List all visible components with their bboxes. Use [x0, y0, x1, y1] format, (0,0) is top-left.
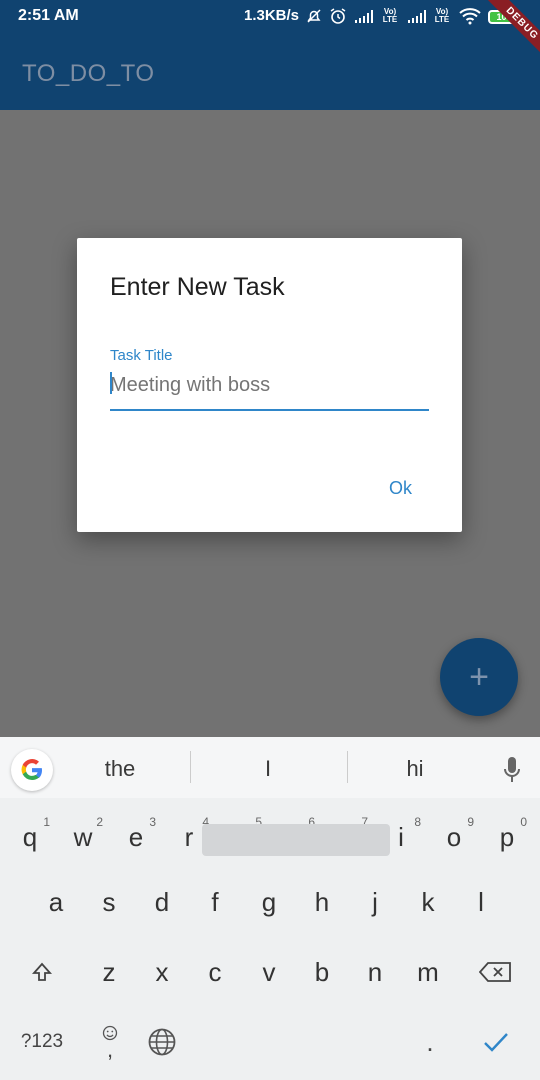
- key-z[interactable]: z: [83, 944, 135, 1000]
- enter-key[interactable]: [470, 1014, 522, 1070]
- suggestion-bar: the I hi: [0, 737, 540, 798]
- suggestion-3[interactable]: hi: [395, 756, 435, 782]
- key-label: o: [446, 821, 462, 852]
- key-m[interactable]: m: [402, 944, 454, 1000]
- key-w[interactable]: w2: [57, 809, 109, 865]
- text-cursor: [110, 372, 112, 394]
- alarm-icon: [329, 6, 347, 26]
- key-c[interactable]: c: [189, 944, 241, 1000]
- microphone-icon[interactable]: [502, 755, 522, 785]
- key-number: 3: [149, 815, 156, 829]
- plus-icon: +: [469, 657, 489, 696]
- shift-icon: [31, 962, 53, 981]
- key-l[interactable]: l: [455, 874, 507, 930]
- network-speed: 1.3KB/s: [244, 7, 300, 24]
- key-label: w: [73, 821, 93, 852]
- key-q[interactable]: q1: [4, 809, 56, 865]
- lte-label-2: Vo) LTE: [434, 7, 450, 24]
- key-label: q: [22, 821, 38, 852]
- emoji-comma-key[interactable]: ,: [88, 1014, 132, 1070]
- checkmark-icon: [484, 1033, 508, 1052]
- key-g[interactable]: g: [243, 874, 295, 930]
- status-bar: 2:51 AM 1.3KB/s Vo) LTE Vo) LTE 100: [0, 0, 540, 33]
- key-b[interactable]: b: [296, 944, 348, 1000]
- backspace-icon: [479, 962, 511, 982]
- key-number: 0: [520, 815, 527, 829]
- signal-icon: [355, 6, 373, 26]
- task-title-input[interactable]: [110, 369, 429, 411]
- dialog-title: Enter New Task: [110, 273, 285, 301]
- space-bar[interactable]: [202, 824, 390, 856]
- key-number: 1: [43, 815, 50, 829]
- period-key[interactable]: .: [404, 1014, 456, 1070]
- key-p[interactable]: p0: [481, 809, 533, 865]
- key-number: 8: [414, 815, 421, 829]
- key-e[interactable]: e3: [110, 809, 162, 865]
- battery-indicator: 100: [488, 10, 520, 24]
- key-label: r: [184, 821, 194, 852]
- task-title-label: Task Title: [110, 347, 173, 364]
- key-j[interactable]: j: [349, 874, 401, 930]
- key-label: e: [128, 821, 144, 852]
- key-v[interactable]: v: [243, 944, 295, 1000]
- key-f[interactable]: f: [189, 874, 241, 930]
- backspace-key[interactable]: [474, 944, 518, 1000]
- ok-button[interactable]: Ok: [389, 478, 412, 499]
- keyboard: the I hi q1 w2 e3 r4 t5 y6 u7 i8 o9 p0 a…: [0, 737, 540, 1080]
- key-n[interactable]: n: [349, 944, 401, 1000]
- new-task-dialog: Enter New Task Task Title Ok: [77, 238, 462, 532]
- symbols-key[interactable]: ?123: [10, 1014, 74, 1070]
- key-label: i: [398, 821, 404, 852]
- key-x[interactable]: x: [136, 944, 188, 1000]
- suggestion-divider: [190, 751, 191, 783]
- comma-label: ,: [106, 1037, 114, 1062]
- add-task-button[interactable]: +: [440, 638, 518, 716]
- signal-icon-2: [408, 6, 426, 26]
- alarm-off-icon: [306, 6, 322, 26]
- app-title: TO_DO_TO: [22, 60, 155, 87]
- key-number: 2: [96, 815, 103, 829]
- suggestion-divider: [347, 751, 348, 783]
- key-a[interactable]: a: [30, 874, 82, 930]
- google-icon[interactable]: [11, 749, 53, 791]
- lte-label-1: Vo) LTE: [382, 7, 398, 24]
- key-label: p: [499, 821, 515, 852]
- status-time: 2:51 AM: [18, 7, 79, 24]
- suggestion-1[interactable]: the: [90, 756, 150, 782]
- key-k[interactable]: k: [402, 874, 454, 930]
- key-s[interactable]: s: [83, 874, 135, 930]
- key-number: 9: [467, 815, 474, 829]
- globe-icon: [148, 1028, 176, 1056]
- key-d[interactable]: d: [136, 874, 188, 930]
- shift-key[interactable]: [20, 944, 64, 1000]
- key-h[interactable]: h: [296, 874, 348, 930]
- wifi-icon: [459, 6, 481, 26]
- key-o[interactable]: o9: [428, 809, 480, 865]
- suggestion-2[interactable]: I: [248, 756, 288, 782]
- language-key[interactable]: [140, 1014, 184, 1070]
- app-bar: TO_DO_TO: [0, 33, 540, 110]
